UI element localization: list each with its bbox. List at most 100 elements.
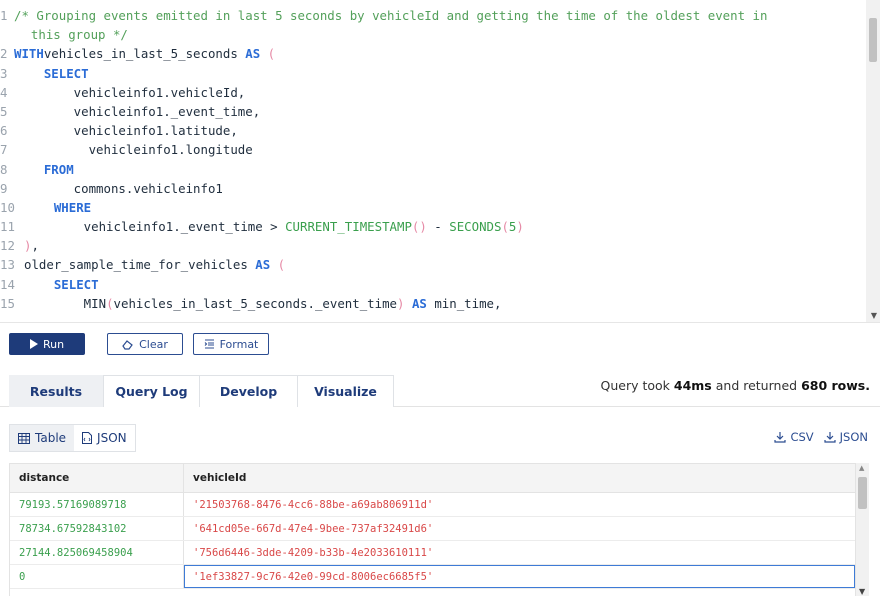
code-token: SELECT (53, 276, 99, 292)
clear-button[interactable]: Clear (107, 333, 183, 355)
table-header: distance vehicleId (10, 464, 855, 493)
tab-results[interactable]: Results (9, 375, 103, 407)
column-header-vehicleid[interactable]: vehicleId (184, 464, 855, 492)
code-line[interactable]: 15 MIN(vehicles_in_last_5_seconds._event… (0, 294, 866, 313)
code-line[interactable]: 12), (0, 236, 866, 255)
format-icon (204, 339, 214, 349)
query-stats-prefix: Query took (600, 378, 674, 393)
tab-develop[interactable]: Develop (199, 375, 298, 407)
vehicleid-cell-selected[interactable]: '1ef33827-9c76-42e0-99cd-8006ec6685f5' (184, 565, 855, 588)
code-token: CURRENT_TIMESTAMP (285, 219, 412, 235)
vehicleid-cell[interactable]: '756d6446-3dde-4209-b33b-4e2033610111' (184, 541, 855, 564)
code-token: SECONDS (449, 219, 502, 235)
sql-editor[interactable]: 1 /* Grouping events emitted in last 5 se… (0, 0, 880, 322)
tab-visualize[interactable]: Visualize (297, 375, 394, 407)
table-scrollbar-thumb[interactable] (858, 477, 867, 509)
code-token: ( (501, 219, 509, 235)
json-view-button[interactable]: JSON (74, 425, 135, 451)
table-view-label: Table (35, 431, 67, 445)
code-line[interactable]: 5 vehicleinfo1._event_time, (0, 102, 866, 121)
code-token: min_time, (426, 295, 502, 311)
code-token: , (31, 238, 39, 254)
table-row[interactable]: 0 '1ef33827-9c76-42e0-99cd-8006ec6685f5' (10, 565, 855, 589)
table-view-button[interactable]: Table (10, 425, 75, 451)
code-token: - (426, 219, 450, 235)
code-token: MIN (24, 295, 107, 311)
code-line[interactable]: 8 FROM (0, 160, 866, 179)
format-button[interactable]: Format (193, 333, 269, 355)
code-token: ( (270, 257, 286, 273)
code-token: this group */ (16, 27, 128, 43)
line-number: 1 (0, 8, 8, 23)
distance-cell[interactable]: 0 (10, 565, 184, 588)
code-token: AS (411, 295, 427, 311)
distance-cell[interactable]: 79193.57169089718 (10, 493, 184, 516)
scroll-up-icon[interactable]: ▲ (859, 464, 864, 472)
code-line[interactable]: 14 SELECT (0, 275, 866, 294)
export-csv-label: CSV (790, 430, 814, 444)
editor-toolbar: Run Clear Format (0, 322, 880, 363)
query-stats: Query took 44ms and returned 680 rows. (601, 378, 870, 393)
export-json-label: JSON (839, 430, 868, 444)
run-button[interactable]: Run (9, 333, 85, 355)
code-line[interactable]: 9 commons.vehicleinfo1 (0, 179, 866, 198)
download-icon (824, 432, 836, 443)
tab-query-log[interactable]: Query Log (103, 375, 200, 407)
line-number: 7 (0, 142, 8, 158)
export-json-link[interactable]: JSON (824, 430, 868, 444)
line-number: 2 (0, 46, 8, 62)
code-line[interactable]: 6 vehicleinfo1.latitude, (0, 121, 866, 140)
file-json-icon (82, 432, 93, 444)
run-label: Run (42, 337, 65, 351)
code-token: vehicles_in_last_5_seconds._event_time (113, 295, 398, 311)
code-token: FROM (43, 161, 74, 177)
vehicleid-cell[interactable]: '21503768-8476-4cc6-88be-a69ab806911d' (184, 493, 855, 516)
table-scrollbar[interactable]: ▲ ▼ (856, 463, 869, 596)
line-number: 12 (0, 238, 15, 254)
code-line[interactable]: 11 vehicleinfo1._event_time > CURRENT_TI… (0, 217, 866, 236)
code-token: vehicles_in_last_5_seconds (43, 46, 246, 62)
play-icon (29, 339, 38, 349)
scroll-down-icon[interactable]: ▼ (859, 587, 865, 596)
line-number: 14 (0, 276, 15, 292)
table-row[interactable]: 27144.825069458904 '756d6446-3dde-4209-b… (10, 541, 855, 565)
editor-scrollbar[interactable]: ▼ (866, 0, 880, 322)
code-line[interactable]: 3 SELECT (0, 64, 866, 83)
code-line[interactable]: 7 vehicleinfo1.longitude (0, 140, 866, 159)
line-number: 6 (0, 123, 8, 139)
code-line[interactable]: 10 WHERE (0, 198, 866, 217)
eraser-icon (122, 339, 133, 350)
line-number: 9 (0, 180, 8, 196)
line-number: 5 (0, 103, 8, 119)
code-token: () (411, 219, 427, 235)
code-token: vehicleinfo1.vehicleId, (14, 84, 246, 100)
distance-cell[interactable]: 78734.67592843102 (10, 517, 184, 540)
code-token: SELECT (43, 65, 89, 81)
table-row[interactable]: 79193.57169089718 '21503768-8476-4cc6-88… (10, 493, 855, 517)
export-links: CSV JSON (774, 430, 868, 444)
query-row-count: 680 rows. (801, 378, 870, 393)
code-token: older_sample_time_for_vehicles (24, 257, 256, 273)
code-line[interactable]: 2 WITHvehicles_in_last_5_seconds AS ( (0, 44, 866, 63)
code-line[interactable]: this group */ (0, 25, 866, 44)
line-number: 13 (0, 257, 15, 273)
code-line[interactable]: 1 /* Grouping events emitted in last 5 se… (0, 6, 866, 25)
distance-cell[interactable]: 27144.825069458904 (10, 541, 184, 564)
table-row[interactable]: 78734.67592843102 '641cd05e-667d-47e4-9b… (10, 517, 855, 541)
line-number: 3 (0, 65, 8, 81)
line-number: 11 (0, 219, 15, 235)
export-csv-link[interactable]: CSV (774, 430, 814, 444)
sql-code[interactable]: 1 /* Grouping events emitted in last 5 se… (0, 6, 866, 313)
editor-scrollbar-thumb[interactable] (869, 18, 877, 62)
column-header-distance[interactable]: distance (10, 464, 184, 492)
code-token: WHERE (53, 199, 92, 215)
code-token: ) (516, 219, 524, 235)
code-line[interactable]: 4 vehicleinfo1.vehicleId, (0, 83, 866, 102)
vehicleid-cell[interactable]: '641cd05e-667d-47e4-9bee-737af32491d6' (184, 517, 855, 540)
code-token: vehicleinfo1.latitude, (14, 123, 238, 139)
code-line[interactable]: 13 older_sample_time_for_vehicles AS ( (0, 255, 866, 274)
scroll-down-icon[interactable]: ▼ (871, 311, 877, 320)
